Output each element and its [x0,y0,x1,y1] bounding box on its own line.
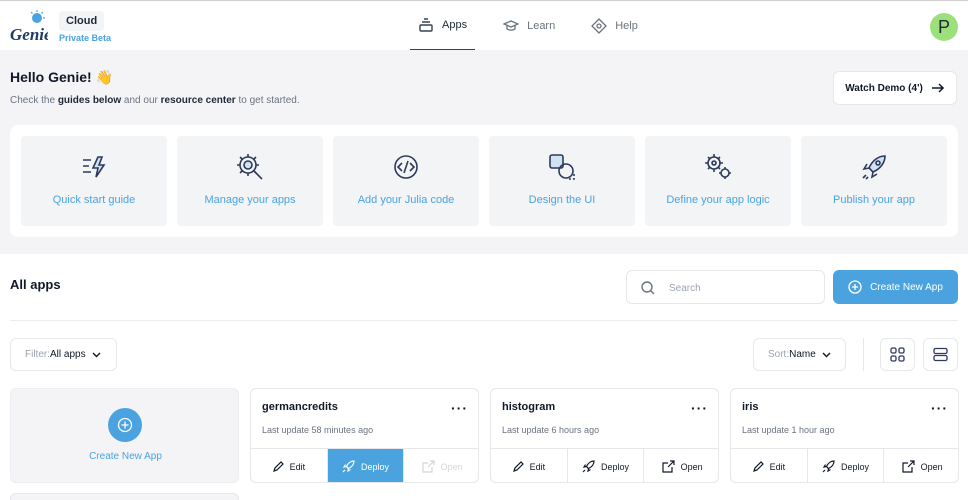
nav-apps-label: Apps [442,19,468,31]
external-link-icon [422,460,435,473]
edit-button[interactable]: Edit [491,449,568,482]
lightning-list-icon [83,156,106,178]
search-icon [641,281,655,295]
app-name[interactable]: iris [742,401,759,413]
more-options-icon[interactable]: ··· [451,401,468,415]
graduation-cap-icon [503,20,520,31]
main-nav: Apps Learn Help [410,1,666,51]
guide-design-ui[interactable]: Design the UI [489,136,635,226]
brand-subtitle: Private Beta [59,33,112,43]
arrow-right-icon [931,83,944,93]
app-last-update: Last update 6 hours ago [502,425,600,435]
rocket-icon [862,155,886,180]
genie-logo[interactable]: Genie [8,9,48,45]
app-last-update: Last update 1 hour ago [742,425,835,435]
greeting-subtext: Check the guides below and our resource … [10,95,300,106]
welcome-section: Hello Genie! 👋 Check the guides below an… [0,50,968,254]
code-icon [394,155,418,179]
app-card-germancredits: germancredits ··· Last update 58 minutes… [250,388,479,483]
list-view-button[interactable] [923,338,958,371]
deploy-button[interactable]: Deploy [568,449,645,482]
gear-search-icon [237,154,263,180]
sort-value: Name [789,349,816,360]
more-options-icon[interactable]: ··· [691,401,708,415]
guide-quick-start[interactable]: Quick start guide [21,136,167,226]
next-row-card [10,493,239,500]
gears-icon [705,154,731,179]
open-button[interactable]: Open [404,449,478,482]
create-new-app-card-label: Create New App [89,451,162,462]
grid-icon [890,347,905,362]
plus-circle-icon [848,280,862,294]
watch-demo-button[interactable]: Watch Demo (4') [833,71,957,105]
edit-button[interactable]: Edit [251,449,328,482]
create-new-app-label: Create New App [870,281,943,293]
app-last-update: Last update 58 minutes ago [262,425,374,435]
deploy-button[interactable]: Deploy [808,449,885,482]
diamond-icon [591,18,608,34]
shapes-icon [549,154,575,180]
nav-help-label: Help [615,20,638,32]
plus-circle-icon [108,408,142,442]
app-name[interactable]: germancredits [262,401,338,413]
stack-icon [419,18,433,32]
user-avatar[interactable]: P [930,13,958,41]
guide-publish[interactable]: Publish your app [801,136,947,226]
external-link-icon [662,460,675,473]
deploy-button[interactable]: Deploy [327,449,405,482]
svg-text:Genie: Genie [10,25,48,44]
edit-button[interactable]: Edit [731,449,808,482]
rocket-icon [822,460,835,473]
rocket-icon [582,460,595,473]
section-divider [10,320,958,321]
app-name[interactable]: histogram [502,401,555,413]
list-icon [933,347,948,362]
pencil-icon [512,461,524,472]
app-actions: Edit Deploy Open [491,448,718,482]
app-actions: Edit Deploy Open [251,448,478,482]
greeting: Hello Genie! 👋 [10,69,114,85]
open-button[interactable]: Open [884,449,958,482]
watch-demo-label: Watch Demo (4') [845,82,923,94]
filter-dropdown[interactable]: Filter: All apps [10,338,117,371]
sort-dropdown[interactable]: Sort: Name [753,338,846,371]
external-link-icon [902,460,915,473]
search-box[interactable] [626,270,825,304]
filter-value: All apps [50,349,86,360]
guide-manage-apps[interactable]: Manage your apps [177,136,323,226]
guides-link[interactable]: guides below [58,95,121,106]
nav-learn-label: Learn [527,20,556,32]
nav-help[interactable]: Help [583,1,646,51]
app-actions: Edit Deploy Open [731,448,958,482]
nav-learn[interactable]: Learn [495,1,563,51]
open-button[interactable]: Open [644,449,718,482]
app-card-iris: iris ··· Last update 1 hour ago Edit Dep… [730,388,959,483]
chevron-down-icon [92,352,101,357]
toolbar-separator [863,338,864,371]
create-new-app-card[interactable]: Create New App [10,388,239,483]
search-input[interactable] [669,279,814,297]
more-options-icon[interactable]: ··· [931,401,948,415]
create-new-app-button[interactable]: Create New App [833,270,958,304]
top-navigation: Genie Cloud Private Beta Apps Learn Help… [0,0,968,51]
all-apps-title: All apps [10,277,61,292]
resource-center-link[interactable]: resource center [161,95,236,106]
brand-name: Cloud [59,11,105,31]
grid-view-button[interactable] [880,338,915,371]
guide-app-logic[interactable]: Define your app logic [645,136,791,226]
rocket-icon [342,460,355,473]
pencil-icon [272,461,284,472]
chevron-down-icon [822,352,831,357]
app-card-histogram: histogram ··· Last update 6 hours ago Ed… [490,388,719,483]
guides-panel: Quick start guide Manage your apps Add y… [10,125,958,237]
pencil-icon [752,461,764,472]
nav-apps[interactable]: Apps [410,1,476,51]
guide-julia-code[interactable]: Add your Julia code [333,136,479,226]
